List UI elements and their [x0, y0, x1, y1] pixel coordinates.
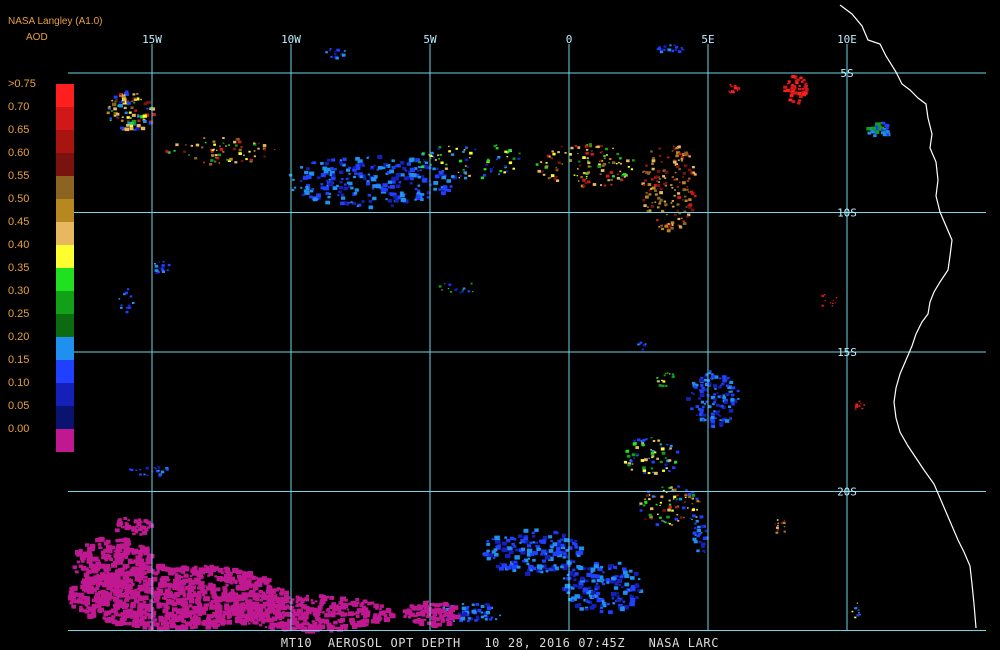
lat-label: 20S: [837, 486, 857, 499]
lon-label: 10W: [281, 33, 301, 46]
legend-swatch: [56, 222, 74, 245]
lon-label: 0: [566, 33, 573, 46]
legend-swatch: [56, 429, 74, 452]
legend-value-label: 0.00: [8, 423, 29, 435]
legend-swatch: [56, 337, 74, 360]
lon-label: 5W: [423, 33, 437, 46]
legend-value-label: 0.70: [8, 101, 29, 113]
legend-value-label: 0.15: [8, 354, 29, 366]
lon-label: 5E: [701, 33, 714, 46]
source-title: NASA Langley (A1.0): [8, 16, 103, 27]
lat-label: 5S: [840, 67, 853, 80]
legend-value-label: 0.60: [8, 147, 29, 159]
product-label: AOD: [26, 32, 48, 43]
legend-swatch: [56, 107, 74, 130]
legend-value-label: 0.40: [8, 239, 29, 251]
legend-swatch: [56, 130, 74, 153]
legend-swatch: [56, 84, 74, 107]
legend-value-label: 0.50: [8, 193, 29, 205]
legend-swatch: [56, 360, 74, 383]
lat-label: 10S: [837, 207, 857, 220]
lon-label: 15W: [142, 33, 162, 46]
legend-value-label: 0.05: [8, 400, 29, 412]
legend-swatch: [56, 176, 74, 199]
legend-value-label: 0.20: [8, 331, 29, 343]
legend-value-label: 0.35: [8, 262, 29, 274]
legend-value-label: 0.45: [8, 216, 29, 228]
legend-value-label: 0.30: [8, 285, 29, 297]
legend-value-label: >0.75: [8, 78, 36, 90]
lon-label: 10E: [837, 33, 857, 46]
legend-swatch: [56, 314, 74, 337]
legend-value-label: 0.65: [8, 124, 29, 136]
legend-swatch: [56, 153, 74, 176]
legend-swatch: [56, 245, 74, 268]
legend-swatch: [56, 268, 74, 291]
legend-swatch: [56, 383, 74, 406]
footer-caption: MT10 AEROSOL OPT DEPTH 10 28, 2016 07:45…: [280, 636, 720, 650]
legend-swatch: [56, 291, 74, 314]
legend-swatch: [56, 406, 74, 429]
legend-value-label: 0.25: [8, 308, 29, 320]
legend-value-label: 0.55: [8, 170, 29, 182]
legend-swatch: [56, 199, 74, 222]
aerosol-map: 15W 10W 5W 0 5E 10E 5S 10S 15S 20S >0.75 0.70 0.65 0…: [0, 0, 1000, 650]
legend-value-label: 0.10: [8, 377, 29, 389]
lat-label: 15S: [837, 346, 857, 359]
